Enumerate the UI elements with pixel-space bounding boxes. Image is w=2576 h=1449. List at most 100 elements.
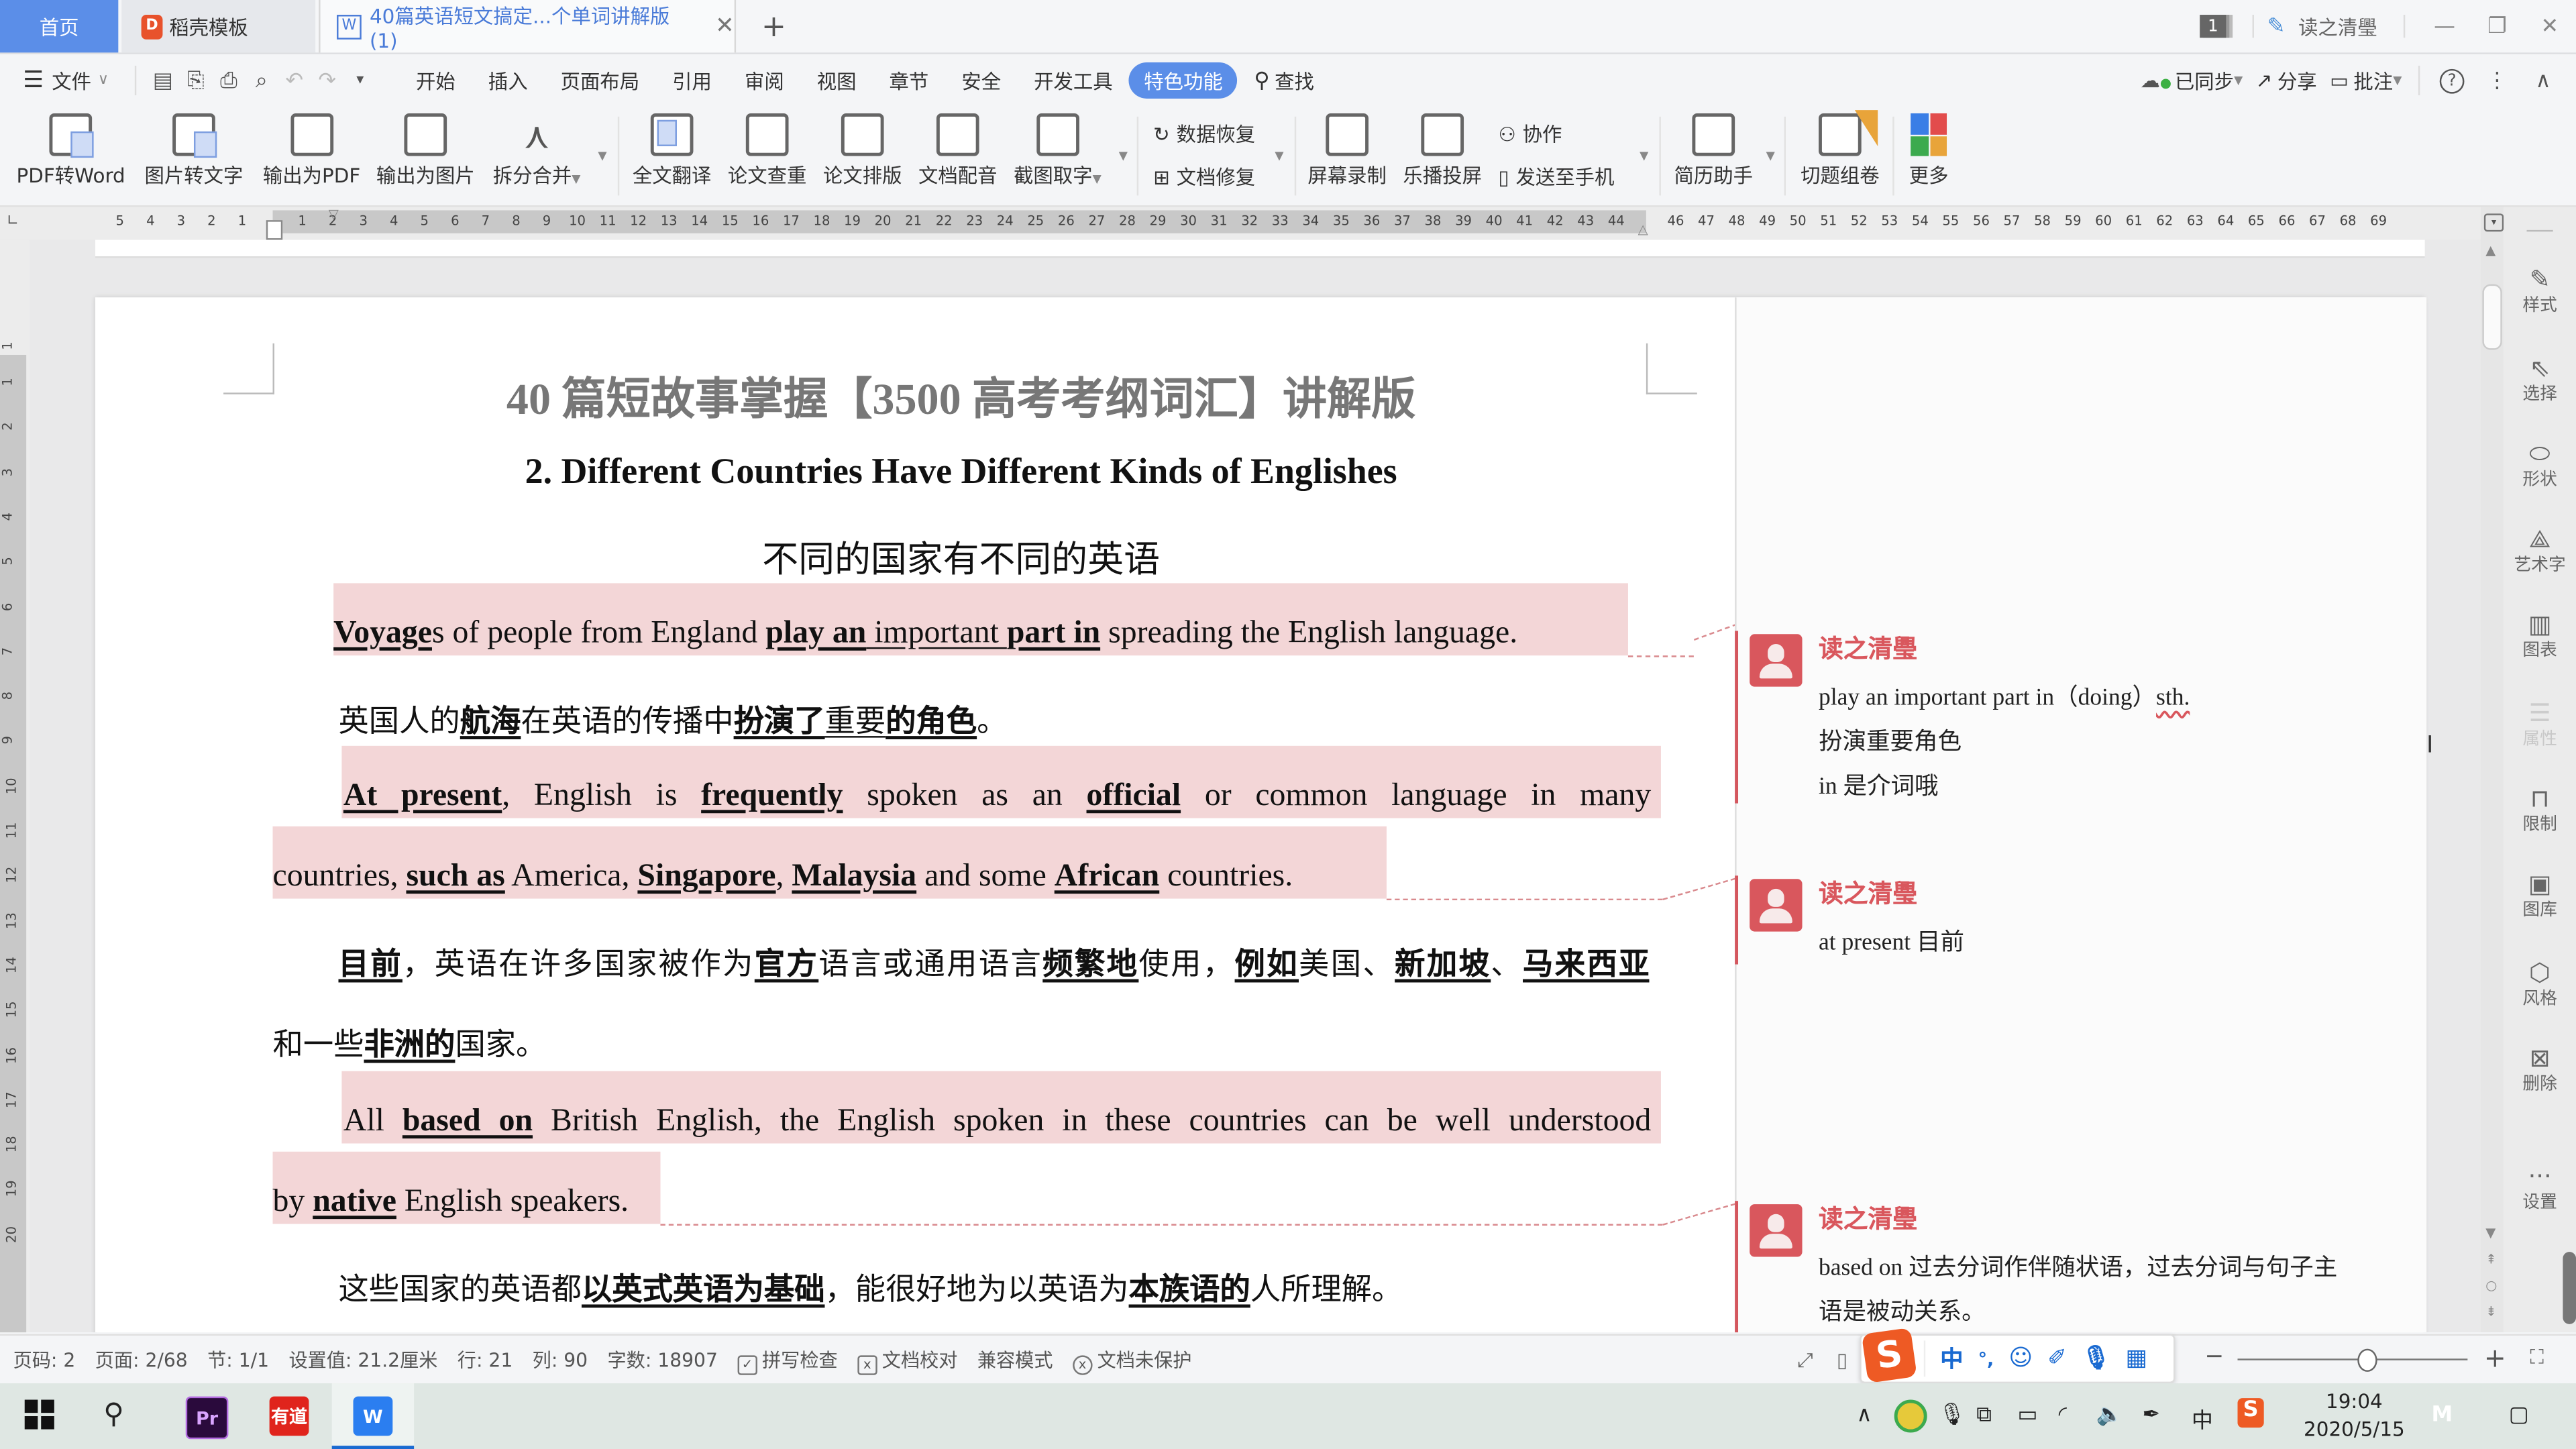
screen-cast-button[interactable]: 乐播投屏 <box>1403 113 1482 189</box>
help-icon[interactable]: ? <box>2439 68 2465 93</box>
send-to-phone-button[interactable]: ▯ 发送至手机 <box>1498 162 1614 191</box>
side-panel-shape[interactable]: ⬭ 形状 <box>2504 440 2576 491</box>
fullscreen-icon[interactable]: ⤢ <box>1797 1349 1813 1374</box>
compat-mode-label[interactable]: 兼容模式 <box>967 1347 1063 1373</box>
collaborate-button[interactable]: ⚇ 协作 <box>1498 120 1562 148</box>
paragraph-en-2-line1[interactable]: At present, English is frequently spoken… <box>343 779 1651 815</box>
vertical-scrollbar[interactable]: ▾ ▲ ▼ ⇞ ○ ⇟ <box>2480 207 2504 1333</box>
horizontal-ruler[interactable]: ∟ 5 4 3 2 1 1 2 3 4 5 6 7 8 9 10 11 12 13 14 15 16 17 18 19 20 21… <box>0 207 2481 242</box>
side-panel-delete[interactable]: ⊠ 删除 <box>2504 1045 2576 1096</box>
ime-tray-label[interactable]: 中 <box>2192 1403 2213 1434</box>
tab-document[interactable]: W 40篇英语短文搞定...个单词讲解版(1) ✕ <box>319 0 737 53</box>
fit-page-icon[interactable]: ⛶ <box>2530 1346 2544 1371</box>
scroll-down-icon[interactable]: ▼ <box>2485 1226 2496 1240</box>
panel-scrollbar[interactable] <box>2563 1252 2576 1324</box>
scrollbar-thumb[interactable] <box>2482 284 2502 350</box>
undo-icon[interactable]: ↶ <box>281 67 307 93</box>
menu-view[interactable]: 视图 <box>800 62 873 99</box>
comment-text[interactable]: 扮演重要角色 <box>1819 723 1962 757</box>
ribbon-group-expand-icon[interactable]: ▼ <box>1640 150 1648 163</box>
restore-button[interactable]: ❐ <box>2471 14 2523 39</box>
comment-text[interactable]: at present 目前 <box>1819 923 1964 957</box>
ruler-toggle-icon[interactable]: ▾ <box>2483 213 2504 232</box>
new-tab-button[interactable]: + <box>753 0 796 52</box>
security-tray-icon[interactable] <box>1894 1399 1927 1433</box>
panel-handle[interactable] <box>2526 229 2553 232</box>
punctuation-toggle[interactable]: °, <box>1978 1348 1994 1369</box>
ribbon-group-expand-icon[interactable]: ▼ <box>1275 150 1283 163</box>
paper-layout-button[interactable]: 论文排版 <box>823 113 902 189</box>
comment-text[interactable]: in 是介词哦 <box>1819 767 1939 802</box>
redo-icon[interactable]: ↷ <box>314 67 340 93</box>
exam-builder-button[interactable]: 切题组卷 <box>1801 110 1880 189</box>
comment-text[interactable]: based on 过去分词作伴随状语，过去分词与句子主 <box>1819 1248 2337 1283</box>
scroll-up-icon[interactable]: ▲ <box>2485 243 2496 258</box>
pen-icon[interactable]: ✒ <box>2142 1403 2160 1428</box>
ribbon-group-expand-icon[interactable]: ▼ <box>1766 150 1775 163</box>
format-painter-icon[interactable]: ⎘ <box>182 67 209 93</box>
side-panel-theme[interactable]: ⬡ 风格 <box>2504 959 2576 1010</box>
comment-text[interactable]: play an important part in（doing）sth. <box>1819 678 2190 712</box>
windows-start-icon[interactable] <box>24 1399 54 1430</box>
print-preview-icon[interactable]: ⌕ <box>248 67 274 93</box>
paragraph-en-3-line1[interactable]: All based on British English, the Englis… <box>343 1104 1651 1140</box>
menu-developer[interactable]: 开发工具 <box>1018 62 1130 99</box>
wifi-icon[interactable]: ◜ <box>2059 1403 2067 1428</box>
paragraph-zh-2-line2[interactable]: 和一些非洲的国家。 <box>273 1022 547 1065</box>
user-name[interactable]: 读之清璺 <box>2298 12 2377 40</box>
microphone-icon[interactable]: 🎙 <box>2082 1346 2111 1372</box>
paragraph-en-1[interactable]: Voyages of people from England play an i… <box>333 616 1517 652</box>
spell-check-button[interactable]: ✓ 拼写检查 <box>728 1346 848 1375</box>
side-panel-lock[interactable]: ⊓ 限制 <box>2504 786 2576 837</box>
resume-assistant-button[interactable]: 简历助手 <box>1674 113 1753 189</box>
export-pdf-button[interactable]: 输出为PDF <box>263 113 360 189</box>
menu-page-layout[interactable]: 页面布局 <box>544 62 656 99</box>
left-indent-marker[interactable] <box>266 220 283 240</box>
doc-protection-button[interactable]: x 文档未保护 <box>1063 1346 1201 1375</box>
screen-record-button[interactable]: 屏幕录制 <box>1307 113 1387 189</box>
system-clock[interactable]: 19:04 2020/5/15 <box>2297 1388 2412 1444</box>
side-panel-style[interactable]: ✎ 样式 <box>2504 266 2576 317</box>
close-icon[interactable]: ✕ <box>715 13 735 40</box>
share-button[interactable]: ↗ 分享 <box>2249 62 2323 99</box>
section-indicator[interactable]: 节: 1/1 <box>197 1347 278 1373</box>
side-panel-wordart[interactable]: ⟁ 艺术字 <box>2504 526 2576 577</box>
first-line-indent-marker[interactable]: ▽ <box>329 207 339 222</box>
paragraph-en-3-line2[interactable]: by native English speakers. <box>273 1185 629 1221</box>
volume-icon[interactable]: 🔈 <box>2096 1403 2123 1428</box>
ime-toolbar[interactable]: S 中 °, ☺ ✐ 🎙 ▦ <box>1860 1327 2176 1384</box>
right-indent-marker[interactable]: △ <box>1638 222 1648 237</box>
save-icon[interactable]: ▤ <box>150 67 176 93</box>
ribbon-group-expand-icon[interactable]: ▼ <box>598 150 606 163</box>
youdao-app-icon[interactable]: 有道 <box>269 1396 309 1436</box>
paragraph-zh-1[interactable]: 英国人的航海在英语的传播中扮演了重要的角色。 <box>338 698 1007 741</box>
battery-icon[interactable]: ▭ <box>2017 1403 2037 1428</box>
zoom-in-button[interactable]: + <box>2484 1342 2506 1374</box>
premiere-pro-app-icon[interactable]: Pr <box>185 1396 229 1440</box>
menu-start[interactable]: 开始 <box>400 62 472 99</box>
menu-references[interactable]: 引用 <box>656 62 729 99</box>
setting-value[interactable]: 设置值: 21.2厘米 <box>279 1347 447 1373</box>
doc-voice-button[interactable]: 文档配音 <box>918 113 998 189</box>
document-page[interactable]: 40 篇短故事掌握【3500 高考考纲词汇】讲解版 2. Different C… <box>95 297 2427 1333</box>
plagiarism-check-button[interactable]: 论文查重 <box>728 113 806 189</box>
display-tray-icon[interactable]: ⧉ <box>1976 1403 1992 1428</box>
menu-review[interactable]: 审阅 <box>728 62 800 99</box>
split-merge-button[interactable]: ⋏ 拆分合并▼ <box>493 113 581 189</box>
zoom-out-button[interactable]: − <box>2205 1344 2224 1370</box>
side-panel-gallery[interactable]: ▣ 图库 <box>2504 871 2576 922</box>
emoji-icon[interactable]: ☺ <box>2008 1346 2033 1372</box>
doc-repair-button[interactable]: ⊞ 文档修复 <box>1153 162 1255 191</box>
zoom-slider-thumb[interactable] <box>2358 1348 2378 1372</box>
comment-button[interactable]: ▭ 批注 ▼ <box>2323 62 2408 99</box>
collapse-ribbon-icon[interactable]: ∧ <box>2530 67 2556 93</box>
side-panel-select-cursor[interactable]: ⇖ 选择 <box>2504 355 2576 406</box>
side-panel-chart[interactable]: ▥ 图表 <box>2504 611 2576 662</box>
pdf-to-word-button[interactable]: PDF转Word <box>16 113 125 189</box>
show-hidden-icons-icon[interactable]: ∧ <box>1856 1403 1872 1428</box>
doc-proofread-button[interactable]: x 文档校对 <box>847 1346 967 1375</box>
comment-text[interactable]: 语是被动关系。 <box>1819 1293 1986 1327</box>
paragraph-zh-2-line1[interactable]: 目前，英语在许多国家被作为官方语言或通用语言频繁地使用，例如美国、新加坡、马来西… <box>338 941 1649 984</box>
column-indicator[interactable]: 列: 90 <box>523 1347 598 1373</box>
paragraph-en-2-line2[interactable]: countries, such as America, Singapore, M… <box>273 859 1293 896</box>
